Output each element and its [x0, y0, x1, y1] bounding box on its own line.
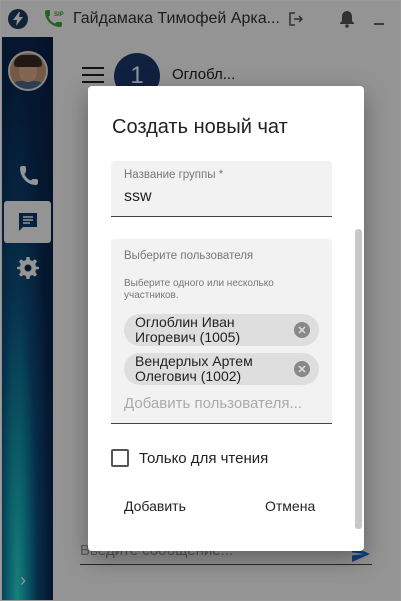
- user-chip-label: Вендерлых Артем Олегович (1002): [135, 353, 253, 384]
- group-name-field[interactable]: Название группы * ssw: [111, 161, 332, 217]
- user-chip[interactable]: Оглоблин Иван Игоревич (1005) ✕: [124, 314, 319, 346]
- dialog-scrollbar[interactable]: [355, 229, 362, 529]
- users-select-field[interactable]: Выберите пользователя Выберите одного ил…: [111, 239, 332, 424]
- app-window: SIP Гайдамака Тимофей Арка... › 1 Оглобл…: [0, 0, 401, 601]
- group-name-input[interactable]: ssw: [124, 188, 152, 206]
- cancel-button[interactable]: Отмена: [265, 498, 315, 514]
- user-chip[interactable]: Вендерлых Артем Олегович (1002) ✕: [124, 353, 319, 385]
- readonly-label: Только для чтения: [139, 449, 269, 467]
- group-name-label: Название группы *: [124, 169, 224, 181]
- add-user-input[interactable]: Добавить пользователя...: [124, 395, 324, 412]
- user-chip-label: Оглоблин Иван Игоревич (1005): [135, 314, 241, 345]
- readonly-checkbox[interactable]: [111, 449, 129, 467]
- remove-chip-icon[interactable]: ✕: [294, 322, 310, 338]
- users-label: Выберите пользователя: [124, 250, 254, 262]
- remove-chip-icon[interactable]: ✕: [294, 361, 310, 377]
- readonly-option[interactable]: Только для чтения: [111, 449, 268, 467]
- create-chat-dialog: Создать новый чат Название группы * ssw …: [88, 86, 364, 551]
- users-hint: Выберите одного или несколько участников…: [124, 278, 274, 301]
- dialog-title: Создать новый чат: [112, 116, 288, 138]
- add-button[interactable]: Добавить: [124, 498, 186, 514]
